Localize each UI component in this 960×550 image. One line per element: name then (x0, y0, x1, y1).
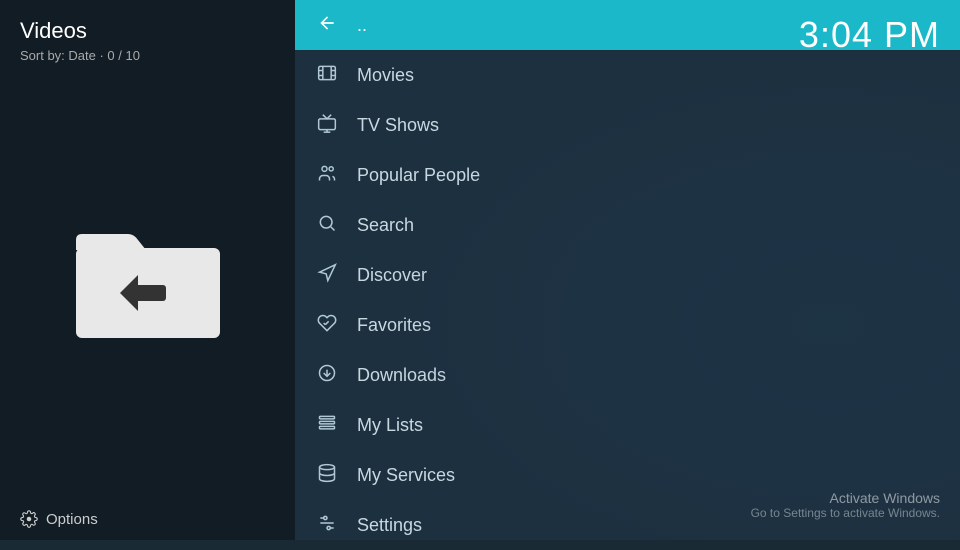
menu-item-my-lists[interactable]: My Lists (295, 400, 960, 450)
activate-windows-title: Activate Windows (751, 490, 940, 506)
menu-item-my-lists-label: My Lists (357, 415, 423, 436)
options-bar[interactable]: Options (0, 498, 295, 540)
list-icon (315, 413, 339, 438)
menu-item-search-label: Search (357, 215, 414, 236)
folder-icon-container (0, 73, 295, 498)
sort-info: Sort by: Date · 0 / 10 (0, 48, 295, 73)
tv-icon (315, 113, 339, 138)
menu-item-downloads[interactable]: Downloads (295, 350, 960, 400)
search-icon (315, 213, 339, 238)
settings-icon (315, 513, 339, 538)
menu-item-favorites[interactable]: Favorites (295, 300, 960, 350)
menu-item-my-services-label: My Services (357, 465, 455, 486)
menu-list: .. Movies (295, 0, 960, 550)
menu-item-popular-people-label: Popular People (357, 165, 480, 186)
menu-item-discover[interactable]: Discover (295, 250, 960, 300)
menu-item-settings-label: Settings (357, 515, 422, 536)
left-panel: Videos Sort by: Date · 0 / 10 (0, 0, 295, 540)
back-icon (315, 13, 339, 38)
menu-item-movies[interactable]: Movies (295, 50, 960, 100)
services-icon (315, 463, 339, 488)
folder-back-icon (68, 218, 228, 353)
heart-icon (315, 313, 339, 338)
menu-item-search[interactable]: Search (295, 200, 960, 250)
menu-item-tv-shows[interactable]: TV Shows (295, 100, 960, 150)
discover-icon (315, 263, 339, 288)
menu-item-movies-label: Movies (357, 65, 414, 86)
right-panel: .. Movies (295, 0, 960, 540)
menu-item-discover-label: Discover (357, 265, 427, 286)
menu-item-popular-people[interactable]: Popular People (295, 150, 960, 200)
download-icon (315, 363, 339, 388)
people-icon (315, 163, 339, 188)
menu-item-favorites-label: Favorites (357, 315, 431, 336)
movies-icon (315, 63, 339, 88)
menu-item-downloads-label: Downloads (357, 365, 446, 386)
page-title: Videos (0, 0, 295, 48)
menu-item-tv-shows-label: TV Shows (357, 115, 439, 136)
menu-item-back-label: .. (357, 15, 367, 36)
options-label: Options (46, 511, 98, 528)
gear-options-icon (20, 510, 38, 528)
activate-windows-notice: Activate Windows Go to Settings to activ… (751, 490, 940, 520)
clock: 3:04 PM (799, 14, 940, 56)
activate-windows-subtitle: Go to Settings to activate Windows. (751, 506, 940, 520)
